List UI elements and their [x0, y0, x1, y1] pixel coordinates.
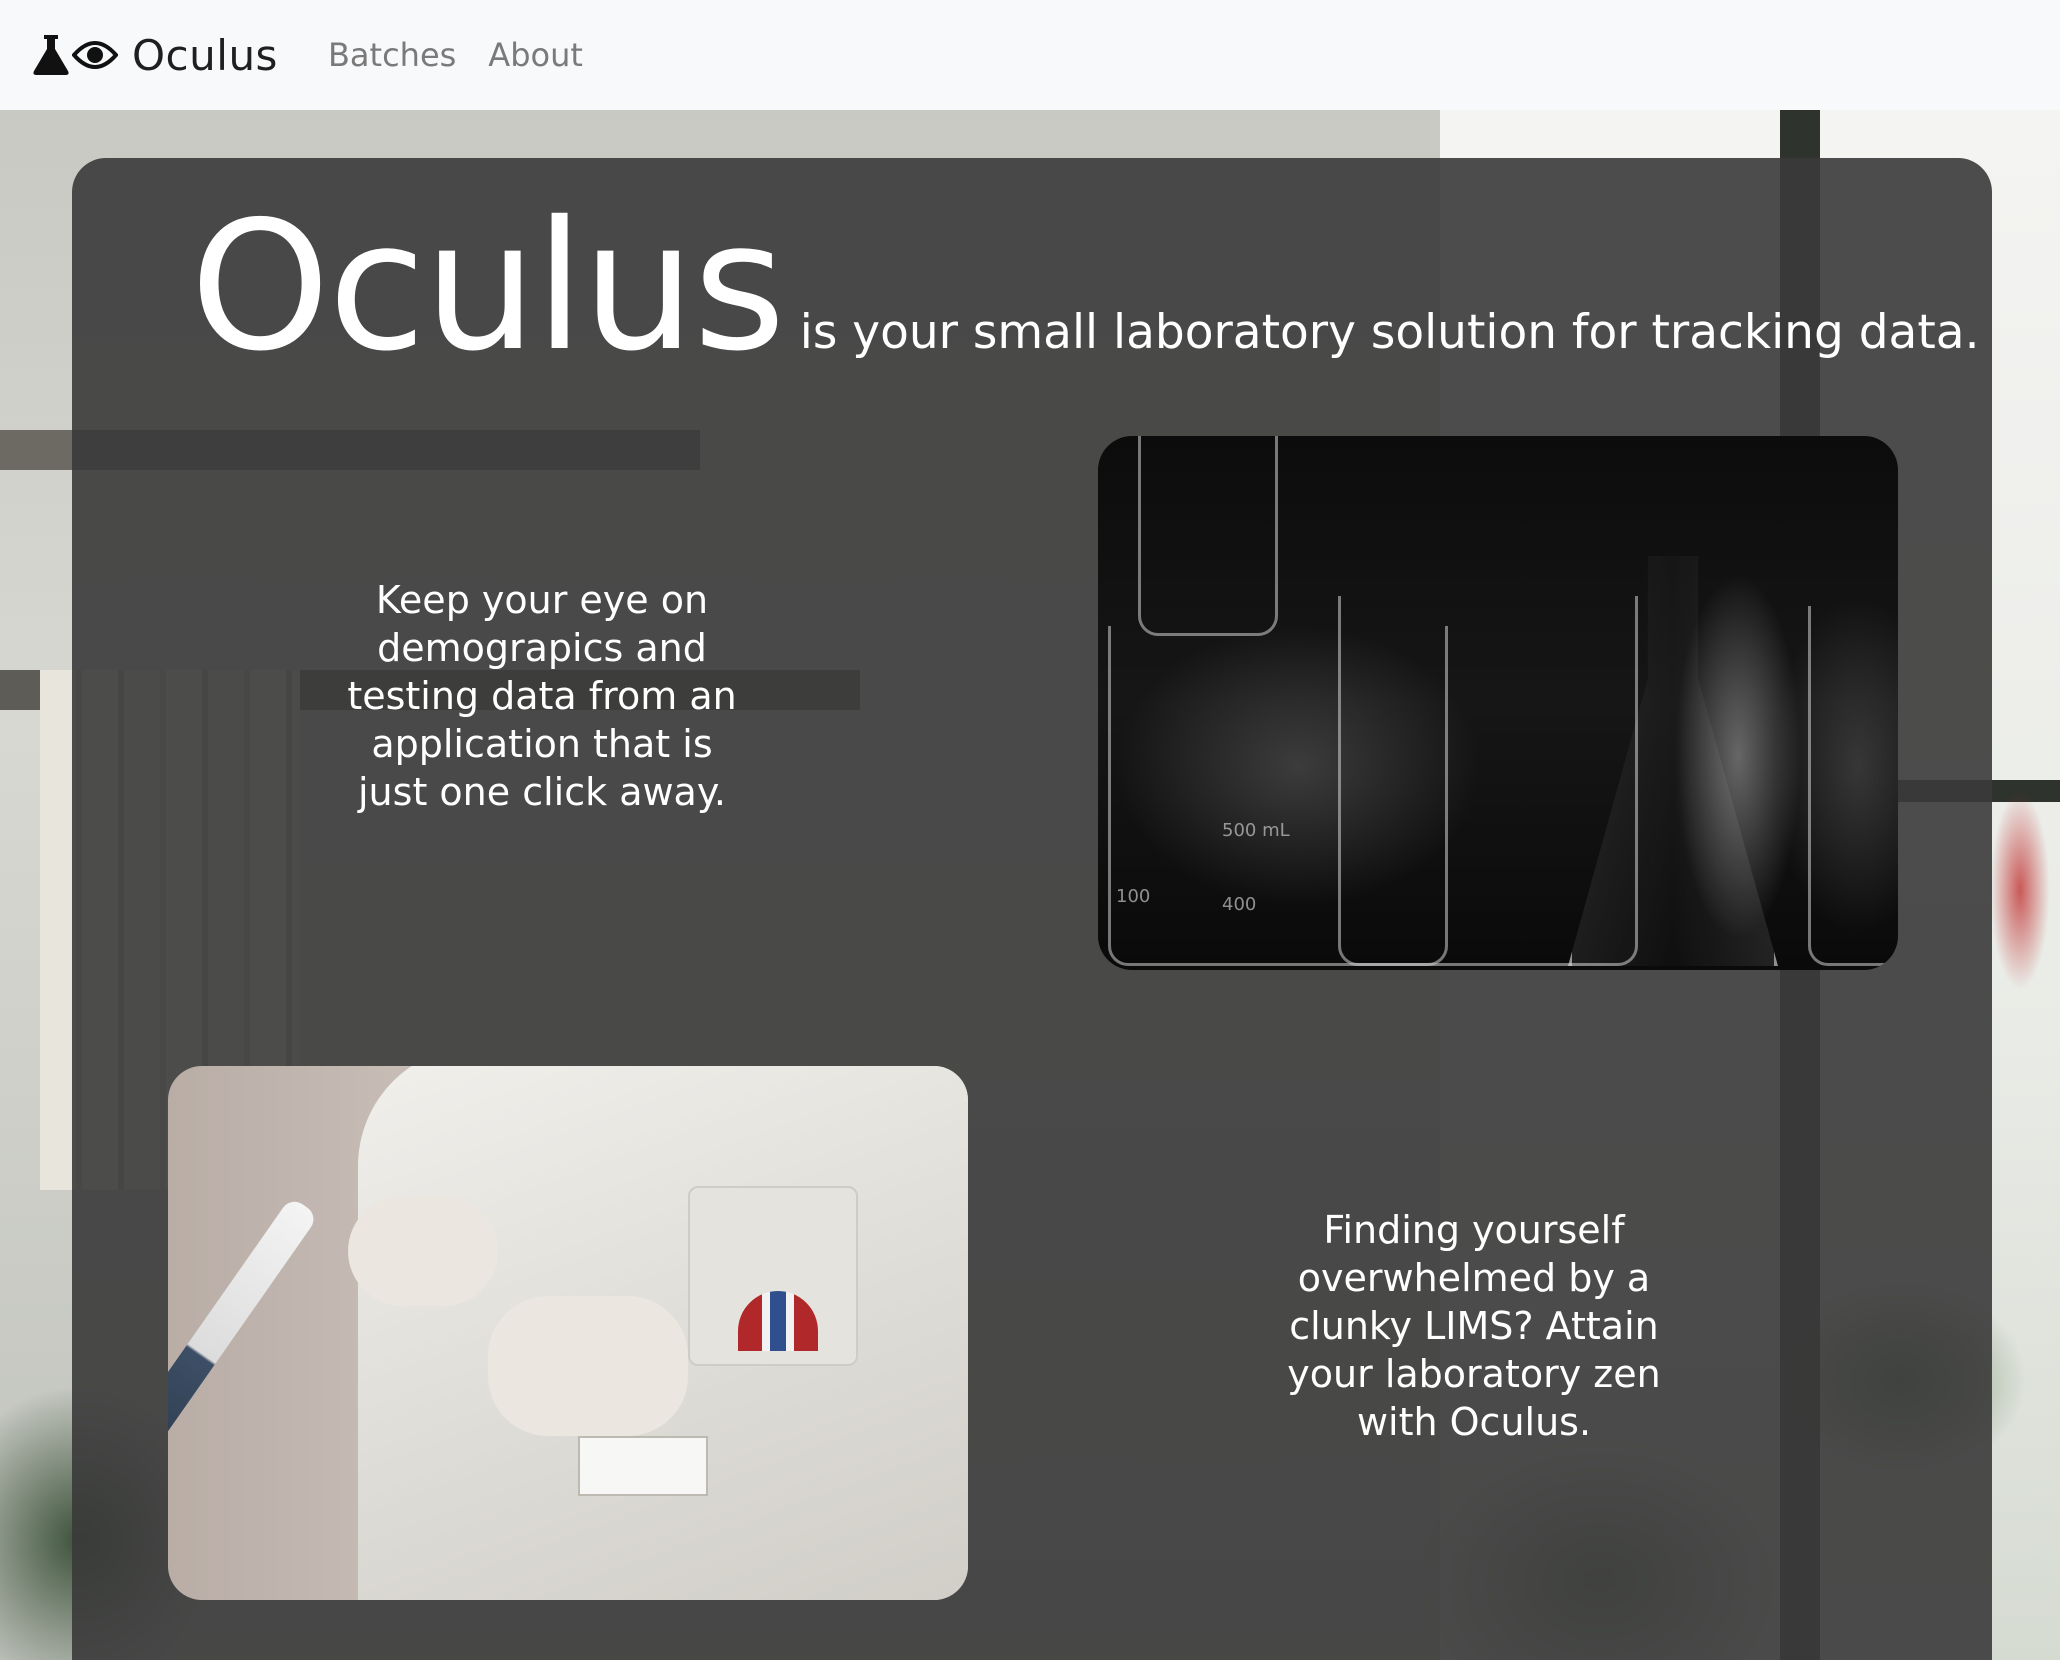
hero-card: Oculus is your small laboratory solution… — [72, 158, 1992, 1660]
flask-icon — [33, 35, 69, 75]
beaker-mark: 100 — [1116, 886, 1151, 907]
glassware-photo: 500 mL 400 100 — [1098, 436, 1898, 970]
brand-icons — [32, 33, 118, 77]
beaker-mark: 500 mL — [1222, 820, 1290, 841]
brand-link[interactable]: Oculus — [32, 31, 278, 80]
nav-link-batches[interactable]: Batches — [328, 36, 456, 74]
hero-headline: Oculus is your small laboratory solution… — [190, 198, 1980, 376]
cylinder-shape — [1138, 436, 1278, 636]
brand-name: Oculus — [132, 30, 278, 80]
glove — [488, 1296, 688, 1436]
feature-text-zen: Finding yourself overwhelmed by a clunky… — [1287, 1208, 1661, 1444]
eye-icon — [72, 41, 118, 69]
bg-red-flower — [1990, 790, 2050, 990]
navbar: Oculus Batches About — [0, 0, 2060, 110]
glove — [348, 1196, 498, 1306]
hero-tagline: is your small laboratory solution for tr… — [799, 305, 1980, 360]
feature-text-eye: Keep your eye on demograpics and testing… — [347, 578, 737, 814]
pipette — [168, 1196, 319, 1462]
beaker-mark: 400 — [1222, 894, 1257, 915]
scientist-photo — [168, 1066, 968, 1600]
hero-title: Oculus — [190, 183, 786, 390]
beaker-shape — [1808, 606, 1898, 966]
nav-link-about[interactable]: About — [488, 36, 583, 74]
name-badge — [578, 1436, 708, 1496]
